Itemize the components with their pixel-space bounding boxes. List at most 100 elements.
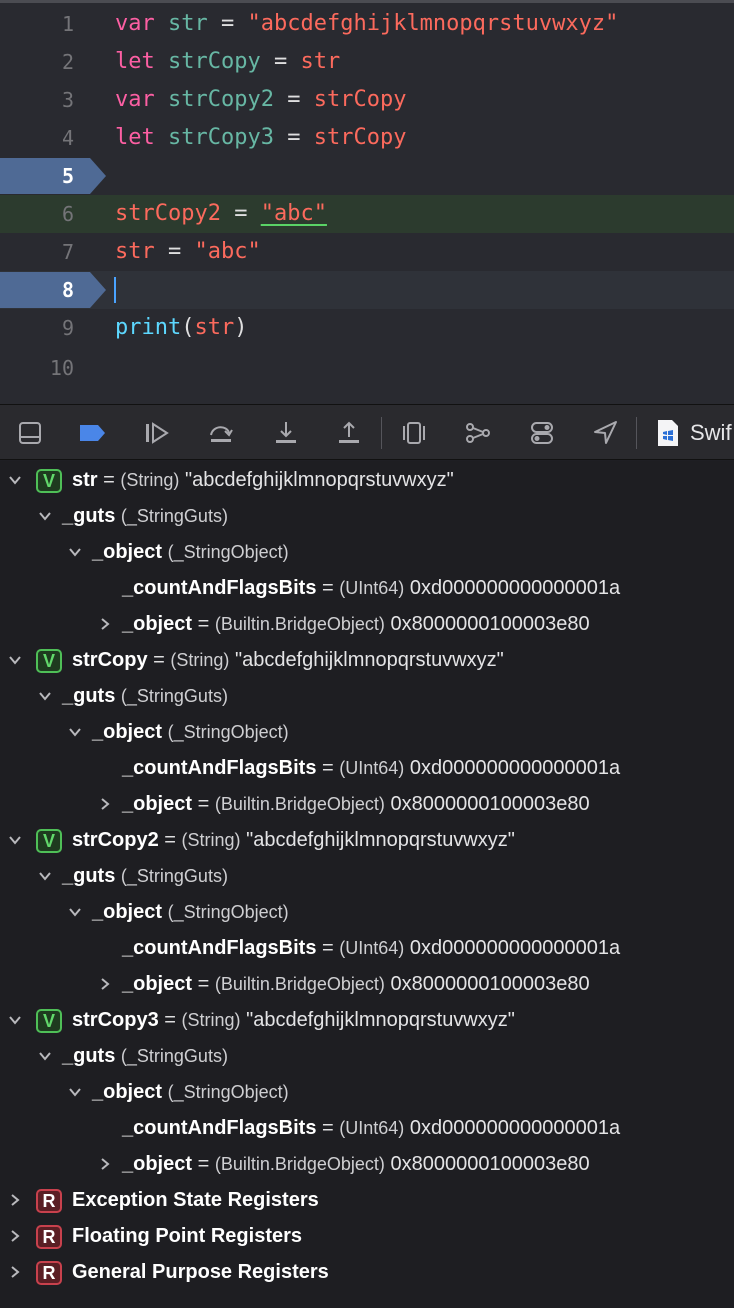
variable-row[interactable]: _object (_StringObject) xyxy=(0,714,734,750)
variable-row[interactable]: _object = (Builtin.BridgeObject) 0x80000… xyxy=(0,786,734,822)
chevron-right-icon[interactable] xyxy=(6,1254,24,1290)
target-selector[interactable]: Swif xyxy=(656,417,732,449)
code-text[interactable]: var str = "abcdefghijklmnopqrstuvwxyz" xyxy=(115,5,618,43)
continue-button[interactable] xyxy=(141,417,173,449)
variable-row[interactable]: _countAndFlagsBits = (UInt64) 0xd0000000… xyxy=(0,750,734,786)
debug-view-hierarchy-button[interactable] xyxy=(398,417,430,449)
environment-overrides-button[interactable] xyxy=(526,417,558,449)
chevron-down-icon[interactable] xyxy=(66,894,84,930)
variable-row[interactable]: _countAndFlagsBits = (UInt64) 0xd0000000… xyxy=(0,1110,734,1146)
variable-row[interactable]: VstrCopy3 = (String) "abcdefghijklmnopqr… xyxy=(0,1002,734,1038)
chevron-down-icon[interactable] xyxy=(66,714,84,750)
chevron-down-icon[interactable] xyxy=(6,1002,24,1038)
breakpoint-indicator[interactable]: 5 xyxy=(0,158,106,194)
memory-graph-button[interactable] xyxy=(462,417,494,449)
variable-type: (_StringGuts) xyxy=(120,866,228,886)
step-into-button[interactable] xyxy=(270,417,302,449)
line-number[interactable]: 4 xyxy=(0,119,92,157)
chevron-down-icon[interactable] xyxy=(36,1038,54,1074)
breakpoint-indicator[interactable]: 8 xyxy=(0,272,106,308)
variable-type: (String) xyxy=(170,650,230,670)
row-text: strCopy2 = (String) "abcdefghijklmnopqrs… xyxy=(72,822,515,858)
variable-row[interactable]: _object (_StringObject) xyxy=(0,534,734,570)
code-line-8[interactable]: 8 xyxy=(0,271,734,309)
chevron-right-icon[interactable] xyxy=(6,1218,24,1254)
variable-row[interactable]: VstrCopy2 = (String) "abcdefghijklmnopqr… xyxy=(0,822,734,858)
register-group-row[interactable]: R General Purpose Registers xyxy=(0,1254,734,1290)
step-over-icon xyxy=(210,426,233,442)
chevron-right-icon[interactable] xyxy=(6,1182,24,1218)
chevron-right-icon[interactable] xyxy=(96,786,114,822)
variable-row[interactable]: _object = (Builtin.BridgeObject) 0x80000… xyxy=(0,606,734,642)
variable-row[interactable]: _countAndFlagsBits = (UInt64) 0xd0000000… xyxy=(0,570,734,606)
code-text[interactable]: strCopy2 = "abc" xyxy=(115,195,327,233)
hide-debug-area-button[interactable] xyxy=(14,417,46,449)
chevron-down-icon[interactable] xyxy=(6,822,24,858)
line-number[interactable]: 9 xyxy=(0,309,92,347)
line-number[interactable]: 1 xyxy=(0,5,92,43)
variable-value: 0xd000000000000001a xyxy=(409,1117,621,1139)
variable-value: 0xd000000000000001a xyxy=(409,577,621,599)
chevron-down-icon[interactable] xyxy=(6,642,24,678)
chevron-right-icon[interactable] xyxy=(96,606,114,642)
line-number[interactable]: 7 xyxy=(0,233,92,271)
chevron-down-icon[interactable] xyxy=(66,1074,84,1110)
chevron-right-icon[interactable] xyxy=(96,966,114,1002)
variable-row[interactable]: _countAndFlagsBits = (UInt64) 0xd0000000… xyxy=(0,930,734,966)
chevron-right-icon[interactable] xyxy=(96,1146,114,1182)
row-text: _guts (_StringGuts) xyxy=(62,1038,228,1074)
code-text[interactable]: let strCopy3 = strCopy xyxy=(115,119,406,157)
variable-row[interactable]: _guts (_StringGuts) xyxy=(0,1038,734,1074)
code-text[interactable]: str = "abc" xyxy=(115,233,261,271)
variable-row[interactable]: _object = (Builtin.BridgeObject) 0x80000… xyxy=(0,966,734,1002)
line-number[interactable]: 6 xyxy=(0,195,92,233)
code-line-1[interactable]: 1 var str = "abcdefghijklmnopqrstuvwxyz" xyxy=(0,5,734,43)
code-line-5[interactable]: 5 xyxy=(0,157,734,195)
chevron-down-icon[interactable] xyxy=(36,498,54,534)
code-text[interactable]: var strCopy2 = strCopy xyxy=(115,81,406,119)
code-line-4[interactable]: 4 let strCopy3 = strCopy xyxy=(0,119,734,157)
breakpoints-toggle-button[interactable] xyxy=(76,417,108,449)
chevron-down-icon[interactable] xyxy=(66,534,84,570)
variable-row[interactable]: _guts (_StringGuts) xyxy=(0,678,734,714)
simulate-location-button[interactable] xyxy=(589,417,621,449)
code-line-3[interactable]: 3 var strCopy2 = strCopy xyxy=(0,81,734,119)
line-number[interactable]: 3 xyxy=(0,81,92,119)
row-text: _object (_StringObject) xyxy=(92,714,289,750)
code-line-6[interactable]: 6 strCopy2 = "abc" xyxy=(0,195,734,233)
register-group-row[interactable]: R Floating Point Registers xyxy=(0,1218,734,1254)
variable-type: (_StringObject) xyxy=(167,902,289,922)
variable-row[interactable]: _object = (Builtin.BridgeObject) 0x80000… xyxy=(0,1146,734,1182)
line-number[interactable]: 2 xyxy=(0,43,92,81)
line-number[interactable]: 10 xyxy=(0,349,92,387)
code-line-7[interactable]: 7 str = "abc" xyxy=(0,233,734,271)
chevron-down-icon[interactable] xyxy=(36,678,54,714)
variable-name: _object xyxy=(92,901,163,923)
variables-view[interactable]: Vstr = (String) "abcdefghijklmnopqrstuvw… xyxy=(0,461,734,1308)
chevron-down-icon[interactable] xyxy=(6,462,24,498)
chevron-down-icon[interactable] xyxy=(36,858,54,894)
variable-row[interactable]: _object (_StringObject) xyxy=(0,894,734,930)
code-text[interactable]: let strCopy = str xyxy=(115,43,340,81)
variable-row[interactable]: _guts (_StringGuts) xyxy=(0,858,734,894)
register-group-row[interactable]: R Exception State Registers xyxy=(0,1182,734,1218)
variable-type: (Builtin.BridgeObject) xyxy=(214,794,385,814)
variable-row[interactable]: _guts (_StringGuts) xyxy=(0,498,734,534)
code-line-9[interactable]: 9 print(str) xyxy=(0,309,734,347)
variable-row[interactable]: VstrCopy = (String) "abcdefghijklmnopqrs… xyxy=(0,642,734,678)
code-line-10[interactable]: 10 xyxy=(0,349,734,387)
code-line-2[interactable]: 2 let strCopy = str xyxy=(0,43,734,81)
step-out-button[interactable] xyxy=(333,417,365,449)
row-text: _countAndFlagsBits = (UInt64) 0xd0000000… xyxy=(122,570,620,606)
text-cursor xyxy=(114,277,116,303)
variable-row[interactable]: Vstr = (String) "abcdefghijklmnopqrstuvw… xyxy=(0,462,734,498)
row-text: _object = (Builtin.BridgeObject) 0x80000… xyxy=(122,1146,590,1182)
variable-row[interactable]: _object (_StringObject) xyxy=(0,1074,734,1110)
step-into-icon xyxy=(276,422,296,443)
step-over-button[interactable] xyxy=(205,417,237,449)
source-editor[interactable]: 1 var str = "abcdefghijklmnopqrstuvwxyz"… xyxy=(0,0,734,404)
line-number: 5 xyxy=(61,164,74,188)
register-group-title: General Purpose Registers xyxy=(72,1261,329,1283)
code-text[interactable]: print(str) xyxy=(115,309,247,347)
register-group-title: Floating Point Registers xyxy=(72,1225,303,1247)
